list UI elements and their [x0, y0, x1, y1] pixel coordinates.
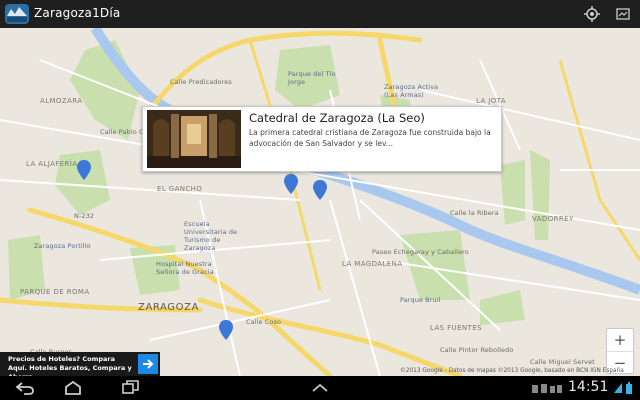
label-parque-tio-jorge: Parque del Tío Jorge	[288, 70, 336, 86]
system-bar: 14:51	[0, 376, 640, 400]
wifi-battery-icon	[612, 380, 636, 396]
label-calle-miguel: Calle Miguel Servet	[530, 358, 595, 366]
label-calle-predicadores: Calle Predicadores	[170, 78, 232, 86]
label-calle-la-ribera: Calle la Ribera	[450, 209, 499, 217]
cathedral-thumbnail	[147, 110, 241, 168]
label-paseo-echegaray: Paseo Echegaray y Caballero	[372, 248, 469, 256]
label-la-jota: LA JOTA	[476, 97, 506, 105]
label-la-magdalena: LA MAGDALENA	[342, 260, 403, 268]
popup-description: La primera catedral cristiana de Zaragoz…	[249, 128, 491, 148]
label-zaragoza-portillo: Zaragoza Portillo	[34, 242, 91, 250]
home-icon[interactable]	[62, 380, 84, 396]
label-parque-bruil: Parque Bruil	[400, 296, 441, 304]
label-vadorrey: VADORREY	[532, 215, 574, 223]
overflow-menu-icon[interactable]	[614, 5, 632, 23]
action-bar: Zaragoza1Día	[0, 0, 640, 28]
status-clock: 14:51	[568, 379, 609, 395]
arrow-right-icon	[143, 359, 154, 369]
popup-title: Catedral de Zaragoza (La Seo)	[249, 111, 425, 125]
ad-arrow-button[interactable]	[138, 354, 158, 374]
map-view[interactable]: ALMOZARA LA ALJAFERÍA EL GANCHO ZARAGOZA…	[0, 28, 640, 376]
ad-banner[interactable]: Precios de Hoteles? Compara Aquí. Hotele…	[0, 352, 160, 381]
notification-icons[interactable]	[530, 380, 564, 396]
map-copyright: ©2013 Google - Datos de mapas ©2013 Goog…	[400, 368, 624, 374]
app-logo-icon[interactable]	[4, 3, 30, 25]
info-window[interactable]: Catedral de Zaragoza (La Seo) La primera…	[142, 106, 502, 172]
label-zaragoza: ZARAGOZA	[138, 302, 200, 313]
app-title: Zaragoza1Día	[34, 6, 121, 20]
label-n232: N-232	[74, 212, 95, 220]
label-las-fuentes: LAS FUENTES	[430, 324, 482, 332]
label-almozara: ALMOZARA	[40, 97, 83, 105]
my-location-icon[interactable]	[583, 5, 601, 23]
zoom-in-button[interactable]: +	[607, 329, 633, 351]
label-hospital: Hospital Nuestra Señora de Gracia	[156, 260, 214, 276]
label-zaragoza-activa: Zaragoza Activa (Las Armas)	[384, 83, 439, 99]
label-parque-roma: PARQUE DE ROMA	[20, 288, 90, 296]
label-la-aljaferia: LA ALJAFERÍA	[26, 160, 78, 168]
label-calle-rebolledo: Calle Pintor Rebolledo	[440, 346, 514, 354]
back-icon[interactable]	[14, 380, 36, 396]
label-calle-coso: Calle Coso	[246, 318, 282, 326]
label-escuela: Escuela Universitaria de Turismo de Zara…	[184, 220, 238, 252]
recent-apps-icon[interactable]	[120, 380, 142, 396]
label-el-gancho: EL GANCHO	[157, 185, 203, 193]
chevron-up-icon[interactable]	[309, 380, 331, 396]
